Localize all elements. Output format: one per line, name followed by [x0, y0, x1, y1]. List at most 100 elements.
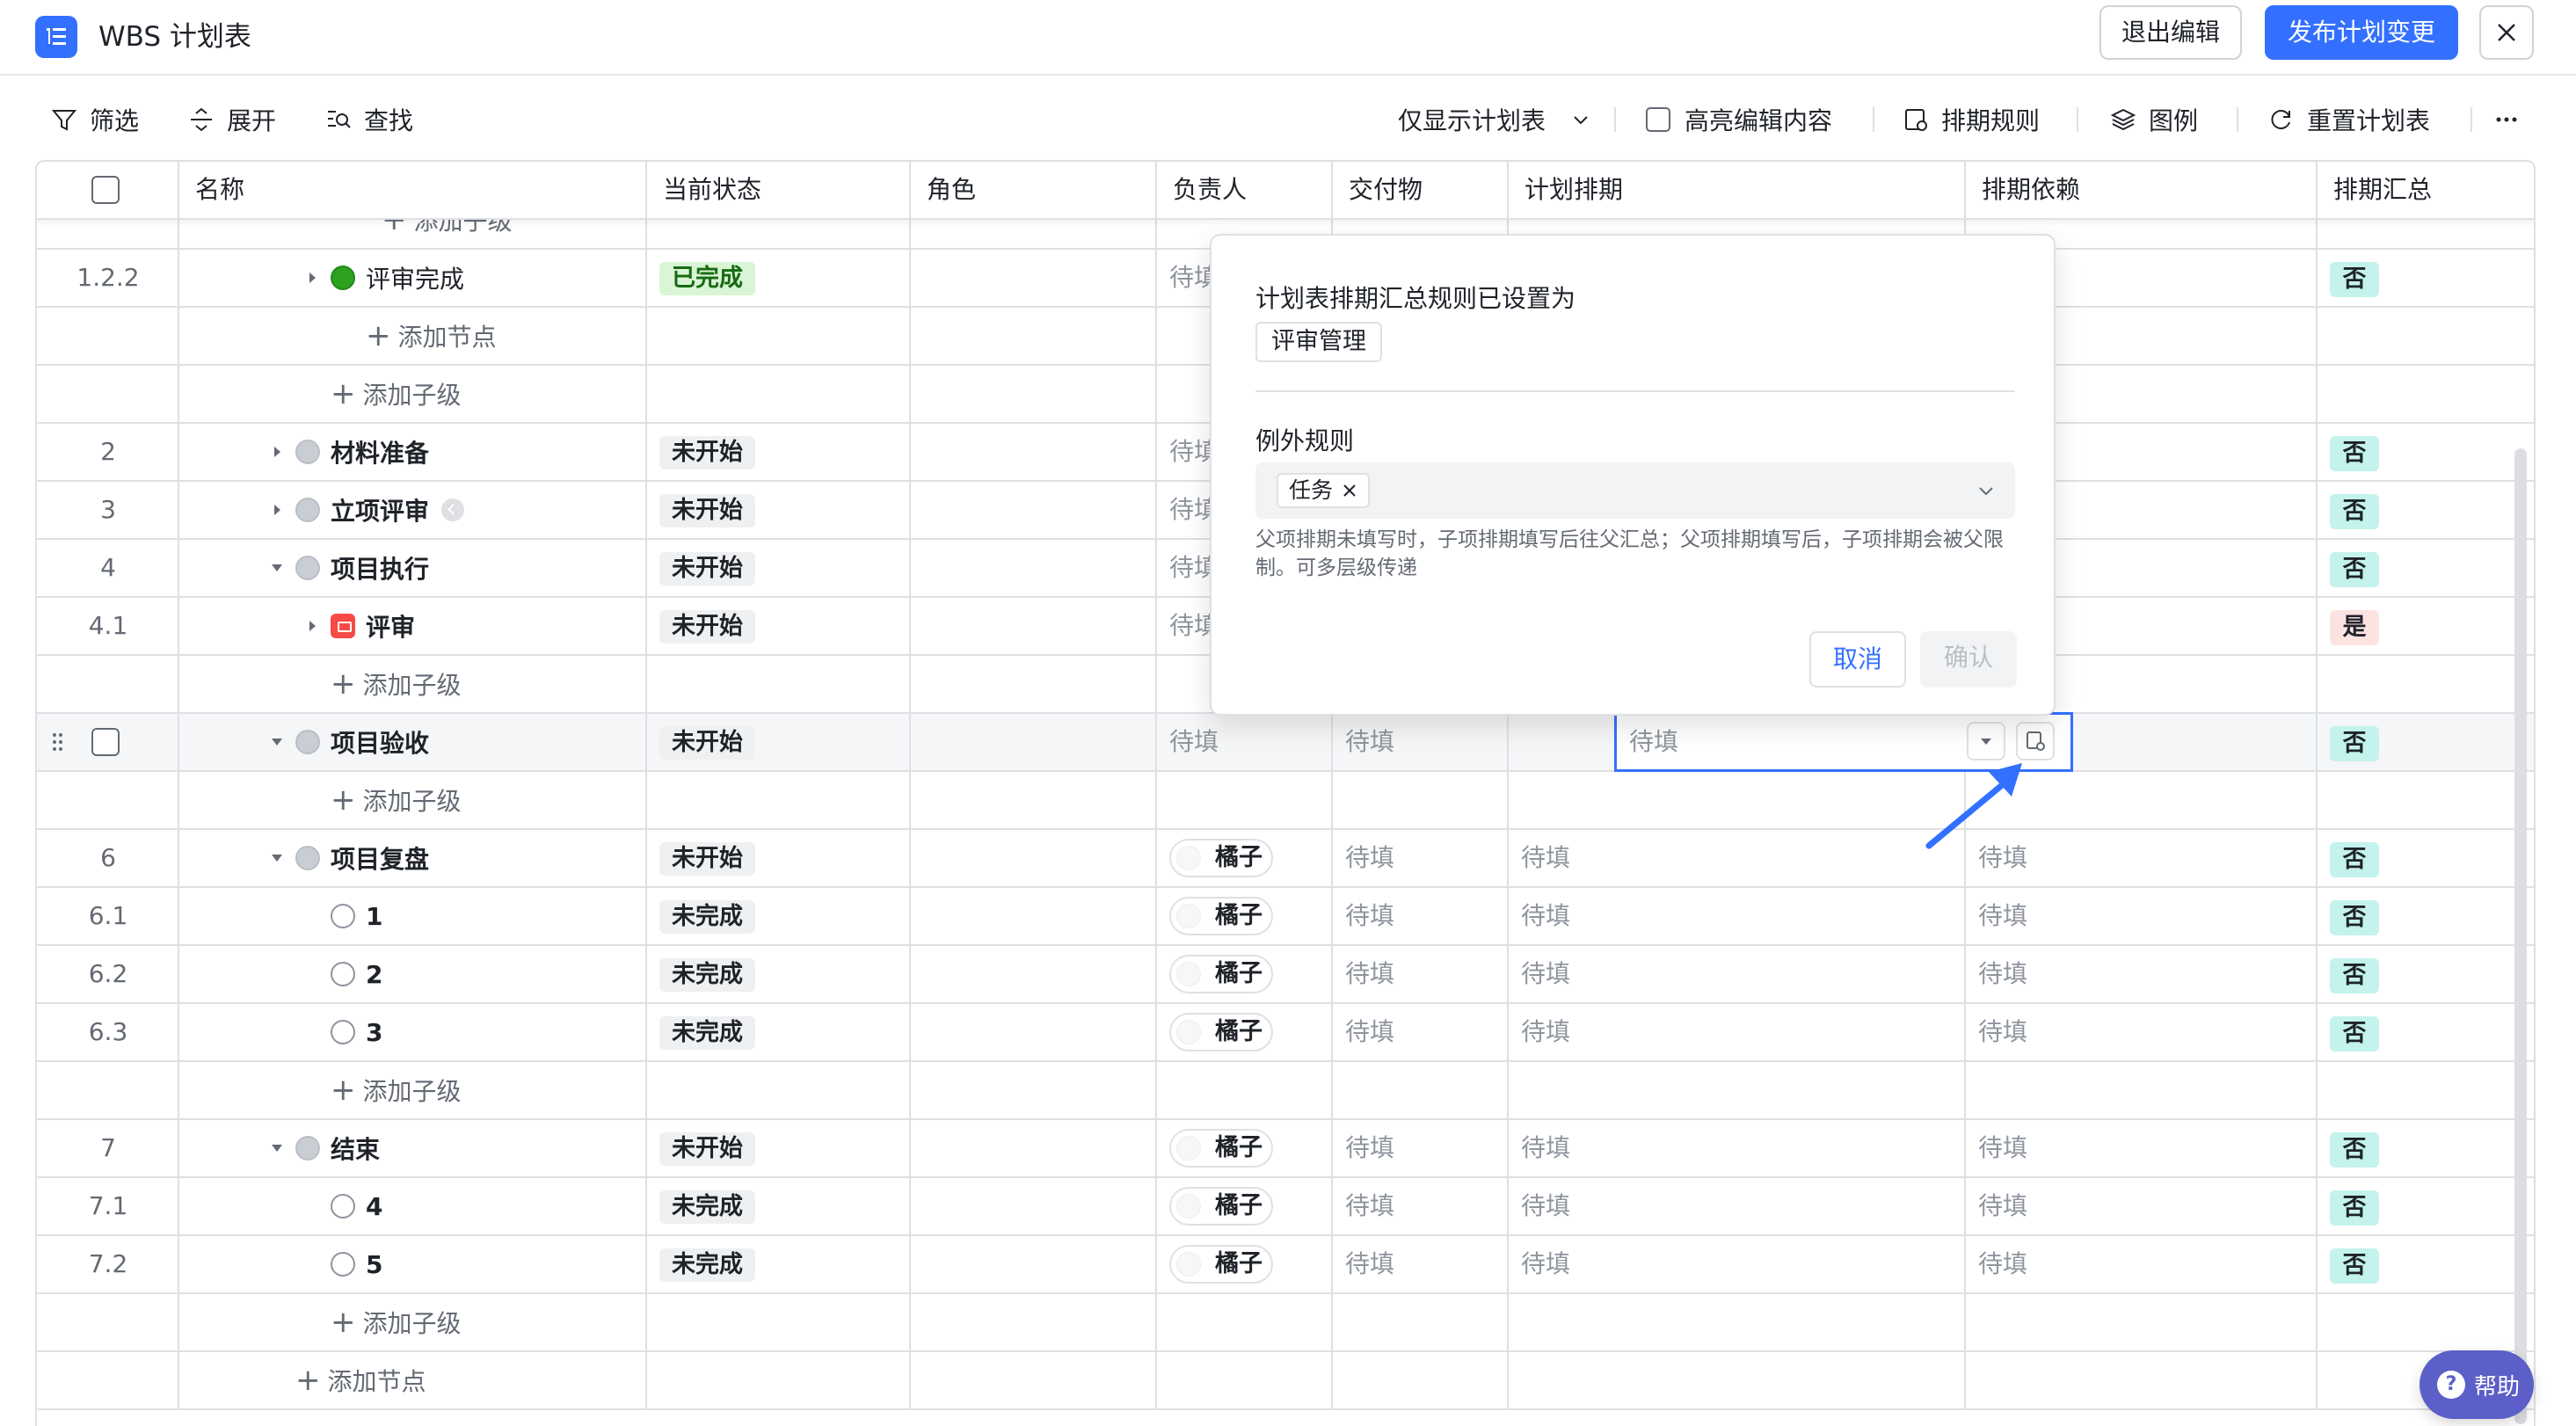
more-options-button[interactable] [2493, 88, 2532, 151]
add-child-link[interactable]: + 添加子级 [331, 1062, 462, 1118]
highlight-edits-toggle[interactable]: 高亮编辑内容 [1646, 88, 1832, 151]
remove-chip-icon[interactable] [1342, 483, 1357, 498]
rollup-badge[interactable]: 否 [2330, 1016, 2379, 1051]
status-badge[interactable]: 未完成 [659, 900, 755, 934]
rollup-badge[interactable]: 否 [2330, 1132, 2379, 1168]
node-name[interactable]: 1 [366, 902, 382, 931]
caret-right-icon[interactable] [304, 618, 320, 634]
column-name[interactable]: 名称 [179, 162, 647, 218]
add-child-link[interactable]: + 添加子级 [331, 1294, 462, 1350]
caret-right-icon[interactable] [269, 444, 285, 460]
owner-chip[interactable]: 橘子 [1169, 1129, 1273, 1168]
status-badge[interactable]: 已完成 [659, 262, 755, 295]
task-circle-icon[interactable] [331, 1020, 355, 1044]
node-name[interactable]: 项目执行 [331, 550, 429, 586]
status-badge[interactable]: 未完成 [659, 1248, 755, 1282]
status-badge[interactable]: 未完成 [659, 1190, 755, 1224]
add-child-link[interactable]: + 添加子级 [331, 772, 462, 828]
linked-plan-icon[interactable] [441, 498, 465, 521]
column-dependency[interactable]: 排期依赖 [1966, 162, 2318, 218]
rollup-badge[interactable]: 否 [2330, 900, 2379, 935]
caret-down-icon[interactable] [269, 734, 285, 750]
schedule-rule-button[interactable]: 排期规则 [1903, 88, 2040, 151]
status-badge[interactable]: 未开始 [659, 552, 755, 586]
rollup-badge[interactable]: 否 [2330, 1248, 2379, 1284]
node-name[interactable]: 评审完成 [366, 260, 464, 295]
owner-chip[interactable]: 橘子 [1169, 897, 1273, 935]
table-row[interactable]: 项目验收 未开始 待填 待填 待填 否 [37, 714, 2534, 772]
confirm-button[interactable]: 确认 [1920, 631, 2017, 688]
status-badge[interactable]: 未开始 [659, 436, 755, 469]
table-row[interactable]: 6.2 2 未完成 橘子 待填 待填 待填 否 [37, 946, 2534, 1004]
owner-chip[interactable]: 橘子 [1169, 1013, 1273, 1051]
node-name[interactable]: 3 [366, 1018, 382, 1047]
node-name[interactable]: 项目验收 [331, 724, 429, 760]
rollup-badge[interactable]: 否 [2330, 494, 2379, 529]
table-row[interactable]: 6 项目复盘 未开始 橘子 待填 待填 待填 否 [37, 830, 2534, 888]
caret-down-icon[interactable] [269, 1140, 285, 1156]
status-badge[interactable]: 未开始 [659, 726, 755, 760]
status-badge[interactable]: 未开始 [659, 610, 755, 644]
status-badge[interactable]: 未完成 [659, 958, 755, 992]
column-rollup[interactable]: 排期汇总 [2318, 162, 2534, 218]
exit-edit-button[interactable]: 退出编辑 [2099, 5, 2242, 60]
table-row[interactable]: 7.2 5 未完成 橘子 待填 待填 待填 否 [37, 1236, 2534, 1294]
schedule-rule-cell-button[interactable] [2016, 722, 2055, 760]
close-button[interactable] [2479, 5, 2534, 60]
schedule-dropdown-button[interactable] [1967, 722, 2005, 760]
exception-rule-select[interactable]: 任务 [1255, 462, 2015, 519]
owner-chip[interactable]: 橘子 [1169, 955, 1273, 993]
row-checkbox[interactable] [91, 728, 120, 756]
vertical-scrollbar[interactable] [2514, 448, 2527, 1424]
rollup-badge[interactable]: 否 [2330, 842, 2379, 877]
filter-button[interactable]: 筛选 [51, 88, 139, 151]
reset-plan-button[interactable]: 重置计划表 [2268, 88, 2430, 151]
task-circle-icon[interactable] [331, 904, 355, 928]
owner-chip[interactable]: 橘子 [1169, 839, 1273, 877]
status-badge[interactable]: 未开始 [659, 494, 755, 527]
status-badge[interactable]: 未开始 [659, 842, 755, 876]
select-all-checkbox[interactable] [91, 176, 120, 204]
rollup-badge[interactable]: 否 [2330, 726, 2379, 761]
node-name[interactable]: 结束 [331, 1131, 380, 1166]
column-schedule[interactable]: 计划排期 [1509, 162, 1966, 218]
rollup-badge[interactable]: 是 [2330, 610, 2379, 645]
rollup-badge[interactable]: 否 [2330, 958, 2379, 993]
caret-right-icon[interactable] [269, 502, 285, 518]
table-row[interactable]: 6.3 3 未完成 橘子 待填 待填 待填 否 [37, 1004, 2534, 1062]
cancel-button[interactable]: 取消 [1809, 631, 1906, 688]
status-badge[interactable]: 未开始 [659, 1132, 755, 1166]
status-badge[interactable]: 未完成 [659, 1016, 755, 1050]
rollup-badge[interactable]: 否 [2330, 436, 2379, 471]
add-child-link[interactable]: + 添加子级 [331, 656, 462, 712]
column-owner[interactable]: 负责人 [1157, 162, 1333, 218]
node-name[interactable]: 立项评审 [331, 492, 429, 527]
owner-chip[interactable]: 橘子 [1169, 1187, 1273, 1226]
column-status[interactable]: 当前状态 [647, 162, 911, 218]
column-role[interactable]: 角色 [911, 162, 1157, 218]
add-node-link[interactable]: + 添加节点 [366, 308, 497, 364]
publish-plan-button[interactable]: 发布计划变更 [2265, 5, 2458, 60]
help-button[interactable]: ? 帮助 [2420, 1350, 2534, 1419]
drag-handle-icon[interactable] [53, 733, 63, 751]
node-name[interactable]: 4 [366, 1192, 382, 1221]
node-name[interactable]: 5 [366, 1250, 382, 1279]
column-deliverable[interactable]: 交付物 [1333, 162, 1509, 218]
node-name[interactable]: 材料准备 [331, 434, 429, 469]
caret-down-icon[interactable] [269, 850, 285, 866]
add-child-link[interactable]: + 添加子级 [331, 366, 462, 422]
table-row[interactable]: 7 结束 未开始 橘子 待填 待填 待填 否 [37, 1120, 2534, 1178]
legend-button[interactable]: 图例 [2110, 88, 2198, 151]
find-button[interactable]: 查找 [325, 88, 413, 151]
task-circle-icon[interactable] [331, 1252, 355, 1277]
table-row[interactable]: 7.1 4 未完成 橘子 待填 待填 待填 否 [37, 1178, 2534, 1236]
rollup-badge[interactable]: 否 [2330, 1190, 2379, 1226]
node-name[interactable]: 项目复盘 [331, 840, 429, 876]
owner-chip[interactable]: 橘子 [1169, 1245, 1273, 1284]
node-name[interactable]: 评审 [366, 608, 415, 644]
task-circle-icon[interactable] [331, 962, 355, 986]
expand-button[interactable]: 展开 [188, 88, 276, 151]
caret-right-icon[interactable] [304, 270, 320, 286]
view-mode-select[interactable]: 仅显示计划表 [1398, 88, 1591, 151]
task-circle-icon[interactable] [331, 1194, 355, 1219]
